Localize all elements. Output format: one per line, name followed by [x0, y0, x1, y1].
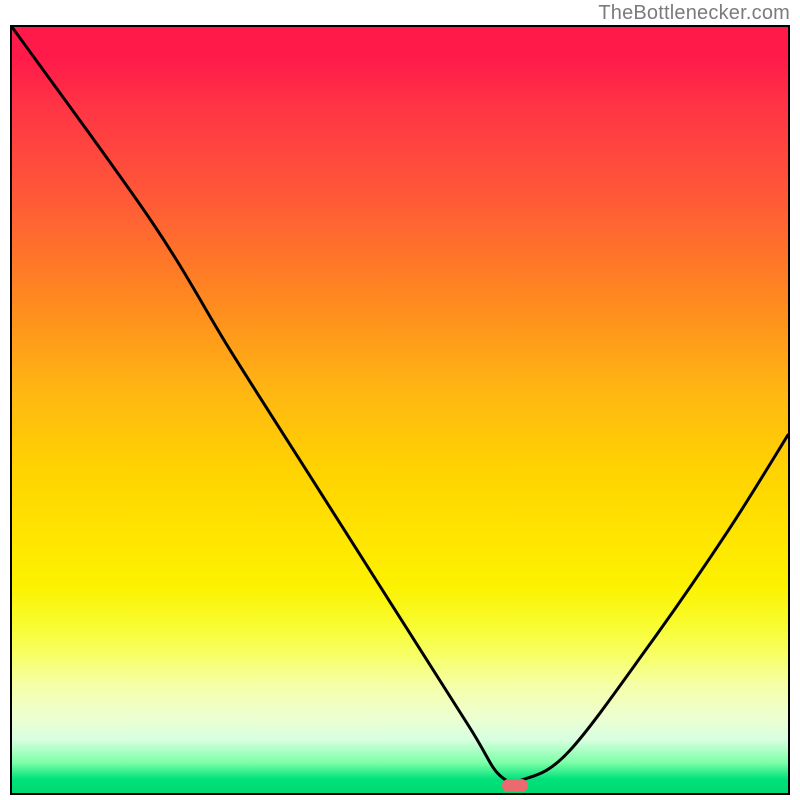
- chart-frame: [10, 25, 790, 795]
- attribution-text: TheBottlenecker.com: [598, 2, 790, 25]
- optimal-point-marker: [502, 779, 528, 792]
- bottleneck-curve-path: [12, 27, 788, 782]
- bottleneck-curve-svg: [12, 27, 788, 793]
